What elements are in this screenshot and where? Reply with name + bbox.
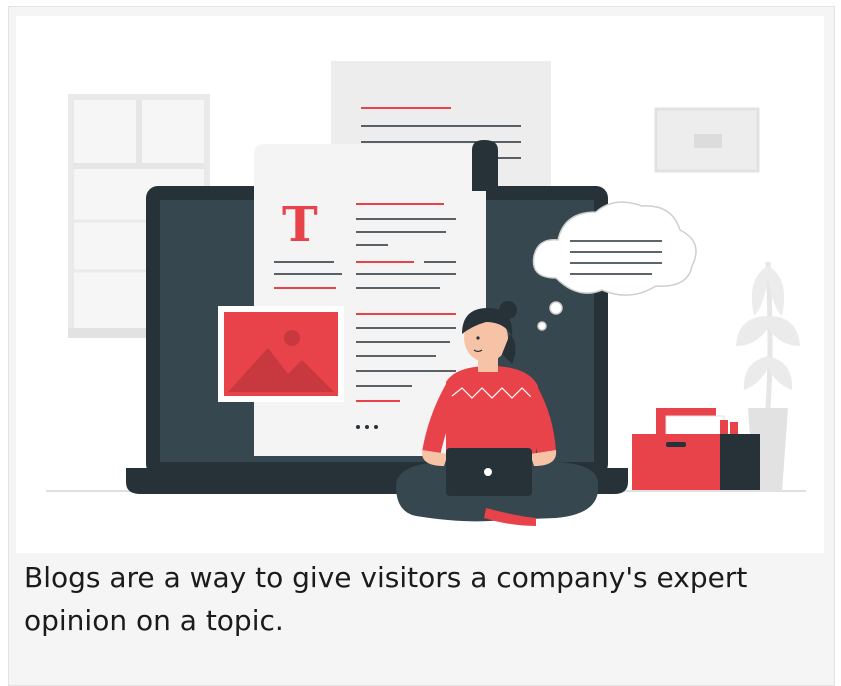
caption-text: Blogs are a way to give visitors a compa… [24, 561, 748, 637]
blogging-illustration-icon: T [46, 61, 806, 526]
folder-box [632, 408, 760, 490]
document-title-letter: T [282, 197, 318, 253]
image-card [218, 306, 344, 402]
blogging-illustration: T [16, 16, 824, 553]
wall-frame [654, 107, 760, 173]
